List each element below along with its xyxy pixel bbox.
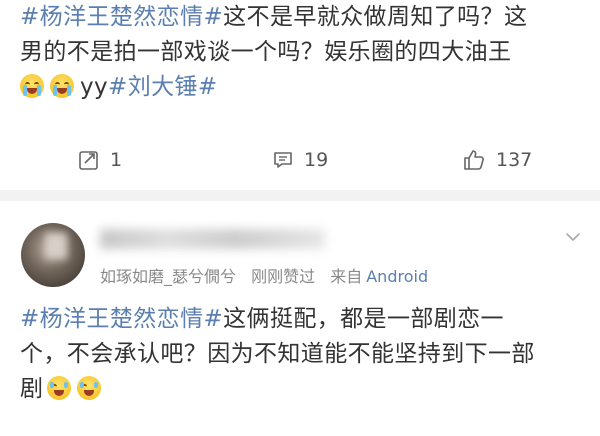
post-body: #杨洋王楚然恋情#这俩挺配，都是一部剧恋一 个，不会承认吧？因为不知道能不能坚持… — [20, 302, 585, 407]
mention-prefix: yy — [80, 74, 109, 100]
hashtag-link[interactable]: #杨洋王楚然恋情# — [20, 4, 223, 30]
source-link[interactable]: Android — [366, 267, 428, 286]
comment-count: 19 — [304, 149, 329, 171]
blurred-username — [100, 229, 325, 249]
crying-emoji — [20, 74, 44, 98]
post-meta: 如琢如磨_瑟兮僩兮 刚刚赞过 来自 Android — [100, 263, 438, 287]
post-time: 刚刚赞过 — [251, 267, 316, 286]
post-text-line3: 剧 — [20, 376, 44, 402]
post-card-2: 如琢如磨_瑟兮僩兮 刚刚赞过 来自 Android #杨洋王楚然恋情#这俩挺配，都… — [0, 201, 600, 436]
post-divider — [0, 190, 600, 201]
post-card-1: #杨洋王楚然恋情#这不是早就众做周知了吗？这 男的不是拍一部戏谈一个吗？娱乐圈的… — [0, 0, 600, 184]
share-count: 1 — [110, 149, 123, 171]
like-count: 137 — [496, 149, 533, 171]
like-button[interactable]: 137 — [462, 140, 532, 180]
source-prefix: 来自 — [330, 267, 363, 286]
avatar[interactable] — [21, 223, 85, 287]
post-body: #杨洋王楚然恋情#这不是早就众做周知了吗？这 男的不是拍一部戏谈一个吗？娱乐圈的… — [20, 0, 585, 105]
comment-button[interactable]: 19 — [272, 140, 328, 180]
post-text-line2: 个，不会承认吧？因为不知道能不能坚持到下一部 — [20, 341, 535, 367]
share-button[interactable]: 1 — [78, 140, 122, 180]
username[interactable] — [100, 225, 330, 251]
post-action-bar: 1 19 137 — [0, 140, 600, 180]
crying-emoji — [50, 74, 74, 98]
like-icon — [464, 150, 484, 170]
post-text-line1: 这不是早就众做周知了吗？这 — [223, 4, 528, 30]
hashtag-link-2[interactable]: #刘大锤# — [108, 74, 218, 100]
chevron-down-icon[interactable] — [564, 228, 582, 246]
laughing-emoji — [77, 376, 102, 400]
hashtag-link[interactable]: #杨洋王楚然恋情# — [20, 306, 223, 332]
nickname: 如琢如磨_瑟兮僩兮 — [100, 267, 237, 286]
post-text-line2: 男的不是拍一部戏谈一个吗？娱乐圈的四大油王 — [20, 39, 512, 65]
laughing-emoji — [47, 376, 72, 400]
share-icon — [79, 151, 98, 170]
comment-icon — [274, 152, 292, 168]
post-text-line1: 这俩挺配，都是一部剧恋一 — [223, 306, 504, 332]
